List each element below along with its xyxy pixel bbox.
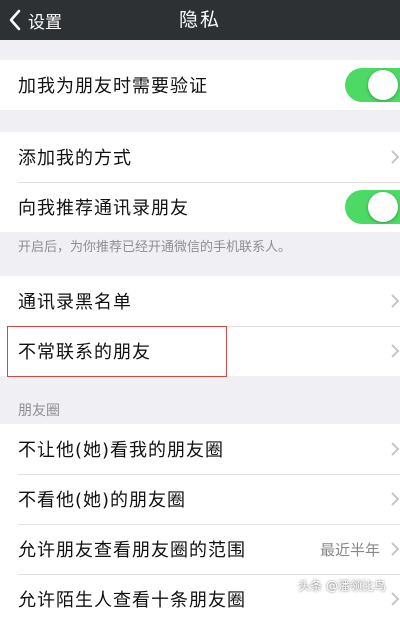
moments-section-header: 朋友圈 [18,403,60,419]
blacklist-label: 通讯录黑名单 [18,292,132,313]
hide-their-moments-row[interactable]: 不看他(她)的朋友圈 [0,474,400,524]
chevron-right-icon [391,592,400,606]
require-verification-toggle[interactable] [345,68,400,102]
chevron-right-icon [391,294,400,308]
visible-range-value: 最近半年 [319,540,380,559]
recommend-contacts-toggle[interactable] [345,190,400,224]
hide-my-moments-label: 不让他(她)看我的朋友圈 [18,440,225,461]
chevron-right-icon [391,150,400,164]
chevron-right-icon [391,344,400,358]
moments-group: 不让他(她)看我的朋友圈 不看他(她)的朋友圈 允许朋友查看朋友圈的范围 最近半… [0,424,400,624]
toggle-knob [368,70,398,100]
chevron-right-icon [391,442,400,456]
hide-my-moments-row[interactable]: 不让他(她)看我的朋友圈 [0,424,400,474]
hide-their-moments-label: 不看他(她)的朋友圈 [18,490,187,511]
blacklist-row[interactable]: 通讯录黑名单 [0,276,400,326]
chevron-right-icon [391,542,400,556]
recommend-contacts-label: 向我推荐通讯录朋友 [18,198,189,219]
page-title: 隐私 [178,9,221,31]
visible-range-label: 允许朋友查看朋友圈的范围 [18,540,246,561]
highlight-box [7,326,227,377]
recommend-contacts-row: 向我推荐通讯录朋友 [0,182,400,232]
chevron-right-icon [391,492,400,506]
require-verification-label: 加我为朋友时需要验证 [18,76,208,97]
strangers-view-label: 允许陌生人查看十条朋友圈 [18,590,246,611]
add-methods-row[interactable]: 添加我的方式 [0,132,400,182]
recommend-note: 开启后，为你推荐已经开通微信的手机联系人。 [18,240,292,255]
navigation-bar: 设置 隐私 [0,0,400,40]
add-methods-group: 添加我的方式 向我推荐通讯录朋友 [0,132,400,232]
add-methods-label: 添加我的方式 [18,148,132,169]
toggle-knob [368,192,398,222]
visible-range-row[interactable]: 允许朋友查看朋友圈的范围 最近半年 [0,524,400,574]
watermark: 头条 @潘领比鸟 [298,579,386,593]
verification-group: 加我为朋友时需要验证 [0,60,400,110]
require-verification-row: 加我为朋友时需要验证 [0,60,400,110]
